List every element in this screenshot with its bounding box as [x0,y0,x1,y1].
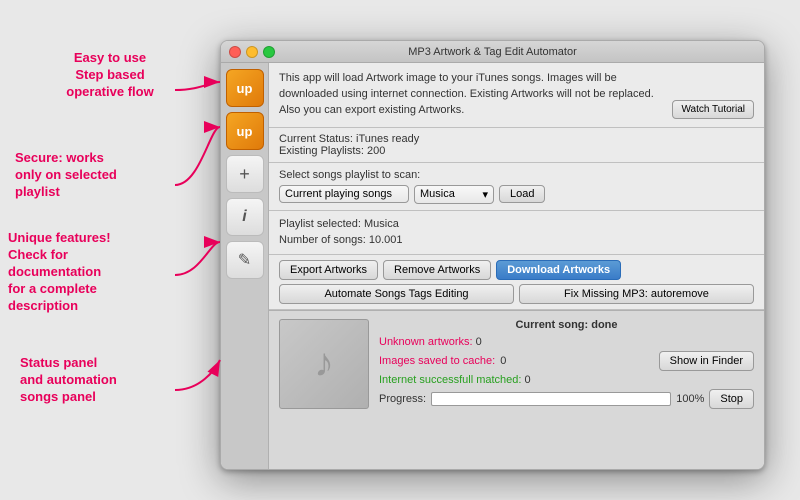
status-line1: Current Status: iTunes ready [279,133,754,145]
annotation-easy-to-use: Easy to useStep basedoperative flow [25,50,195,101]
unknown-artworks-value: 0 [476,336,482,348]
remove-artworks-button[interactable]: Remove Artworks [383,260,491,280]
sidebar-icon-add[interactable]: + [226,155,264,193]
music-thumbnail: ♪ [279,319,369,409]
bottom-panel: ♪ Current song: done Unknown artworks: 0… [269,310,764,469]
unknown-artworks-row: Unknown artworks: 0 [379,336,754,348]
maximize-button[interactable] [263,46,275,58]
export-artworks-button[interactable]: Export Artworks [279,260,378,280]
current-song-status: Current song: done [379,319,754,331]
actions-panel: Export Artworks Remove Artworks Download… [269,255,764,310]
info-panel: Playlist selected: Musica Number of song… [269,211,764,255]
download-artworks-button[interactable]: Download Artworks [496,260,621,280]
main-content: This app will load Artwork image to your… [269,63,764,469]
playlist-panel: Select songs playlist to scan: Current p… [269,163,764,211]
sidebar-icon-edit[interactable]: ✎ [226,241,264,279]
titlebar-buttons [229,46,275,58]
progress-bar [431,392,671,406]
progress-percent: 100% [676,393,704,405]
fix-missing-button[interactable]: Fix Missing MP3: autoremove [519,284,754,304]
current-playing-label: Current playing songs [285,188,392,200]
status-panel: Current Status: iTunes ready Existing Pl… [269,128,764,163]
internet-matched-value: 0 [525,374,531,386]
close-button[interactable] [229,46,241,58]
watch-tutorial-button[interactable]: Watch Tutorial [672,100,754,119]
images-saved-value: 0 [500,355,506,367]
internet-matched-row: Internet successfull matched: 0 [379,374,754,386]
musica-label: Musica [420,188,455,200]
actions-row2: Automate Songs Tags Editing Fix Missing … [279,284,754,304]
actions-row1: Export Artworks Remove Artworks Download… [279,260,754,280]
annotation-status-panel: Status paneland automationsongs panel [20,355,195,406]
internet-matched-label: Internet successfull matched: [379,374,525,386]
show-in-finder-button[interactable]: Show in Finder [659,351,754,371]
playlist-row: Current playing songs Musica ▾ Load [279,185,754,204]
app-description: This app will load Artwork image to your… [279,71,664,119]
musica-dropdown[interactable]: Musica ▾ [414,185,494,204]
info-line1: Playlist selected: Musica [279,216,754,233]
minimize-button[interactable] [246,46,258,58]
titlebar: MP3 Artwork & Tag Edit Automator [221,41,764,63]
load-button[interactable]: Load [499,185,545,203]
top-panel: This app will load Artwork image to your… [269,63,764,128]
up-label2: up [237,124,253,139]
progress-row: Progress: 100% Stop [379,389,754,409]
up-label1: up [237,81,253,96]
progress-label: Progress: [379,393,426,405]
music-note-icon: ♪ [314,341,334,386]
stop-button[interactable]: Stop [709,389,754,409]
annotation-unique: Unique features!Check fordocumentationfo… [8,230,193,314]
playlist-label: Select songs playlist to scan: [279,169,754,181]
unknown-artworks-label: Unknown artworks: [379,336,476,348]
status-line2: Existing Playlists: 200 [279,145,754,157]
annotation-secure: Secure: worksonly on selectedplaylist [15,150,200,201]
sidebar-icon-up2[interactable]: up [226,112,264,150]
status-info: Current song: done Unknown artworks: 0 I… [379,319,754,461]
current-playing-dropdown[interactable]: Current playing songs [279,185,409,203]
window-body: up up + i ✎ This app will l [221,63,764,469]
sidebar: up up + i ✎ [221,63,269,469]
window-title: MP3 Artwork & Tag Edit Automator [408,46,577,58]
sidebar-icon-up1[interactable]: up [226,69,264,107]
info-line2: Number of songs: 10.001 [279,232,754,249]
automate-tags-button[interactable]: Automate Songs Tags Editing [279,284,514,304]
images-saved-label: Images saved to cache: [379,355,495,367]
info-icon: i [242,208,246,226]
images-saved-row: Images saved to cache: 0 Show in Finder [379,351,754,371]
sidebar-icon-info[interactable]: i [226,198,264,236]
edit-icon: ✎ [238,250,251,270]
plus-icon: + [239,164,250,185]
main-window: MP3 Artwork & Tag Edit Automator up up +… [220,40,765,470]
dropdown-arrow-icon: ▾ [482,188,488,201]
